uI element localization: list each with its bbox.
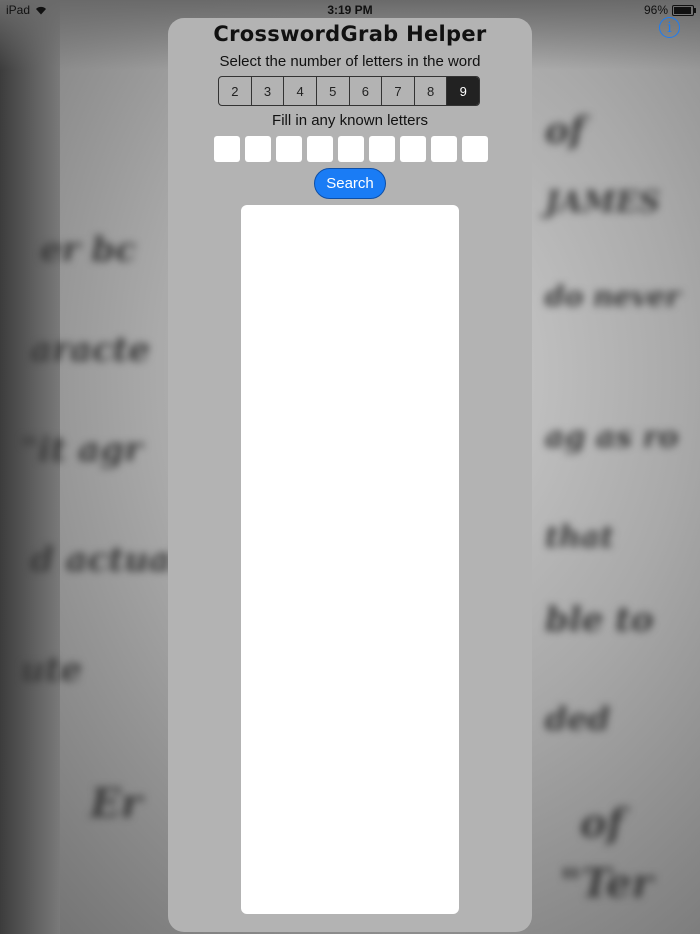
length-option-6[interactable]: 6 bbox=[350, 77, 383, 105]
letter-box-2[interactable] bbox=[245, 136, 271, 162]
app-title: CrosswordGrab Helper bbox=[213, 22, 487, 46]
letter-box-8[interactable] bbox=[431, 136, 457, 162]
length-option-8[interactable]: 8 bbox=[415, 77, 448, 105]
letter-box-3[interactable] bbox=[276, 136, 302, 162]
letter-count-segmented-control[interactable]: 2 3 4 5 6 7 8 9 bbox=[218, 76, 480, 106]
results-list[interactable] bbox=[241, 205, 459, 914]
length-option-2[interactable]: 2 bbox=[219, 77, 252, 105]
letter-box-1[interactable] bbox=[214, 136, 240, 162]
crossword-helper-panel: CrosswordGrab Helper Select the number o… bbox=[168, 18, 532, 932]
letter-box-9[interactable] bbox=[462, 136, 488, 162]
info-button[interactable]: i bbox=[659, 17, 680, 38]
length-option-3[interactable]: 3 bbox=[252, 77, 285, 105]
info-icon: i bbox=[667, 19, 672, 36]
battery-percent: 96% bbox=[643, 3, 668, 17]
length-option-7[interactable]: 7 bbox=[382, 77, 415, 105]
letters-prompt: Fill in any known letters bbox=[272, 112, 428, 129]
length-prompt: Select the number of letters in the word bbox=[219, 53, 481, 70]
battery-icon bbox=[672, 4, 696, 16]
search-button[interactable]: Search bbox=[314, 168, 386, 199]
letter-box-6[interactable] bbox=[369, 136, 395, 162]
length-option-9[interactable]: 9 bbox=[447, 77, 479, 105]
letter-box-4[interactable] bbox=[307, 136, 333, 162]
letter-box-5[interactable] bbox=[338, 136, 364, 162]
length-option-4[interactable]: 4 bbox=[284, 77, 317, 105]
letter-boxes bbox=[214, 136, 488, 162]
letter-box-7[interactable] bbox=[400, 136, 426, 162]
status-bar: iPad 3:19 PM 96% bbox=[0, 0, 700, 20]
status-time: 3:19 PM bbox=[327, 3, 373, 17]
length-option-5[interactable]: 5 bbox=[317, 77, 350, 105]
